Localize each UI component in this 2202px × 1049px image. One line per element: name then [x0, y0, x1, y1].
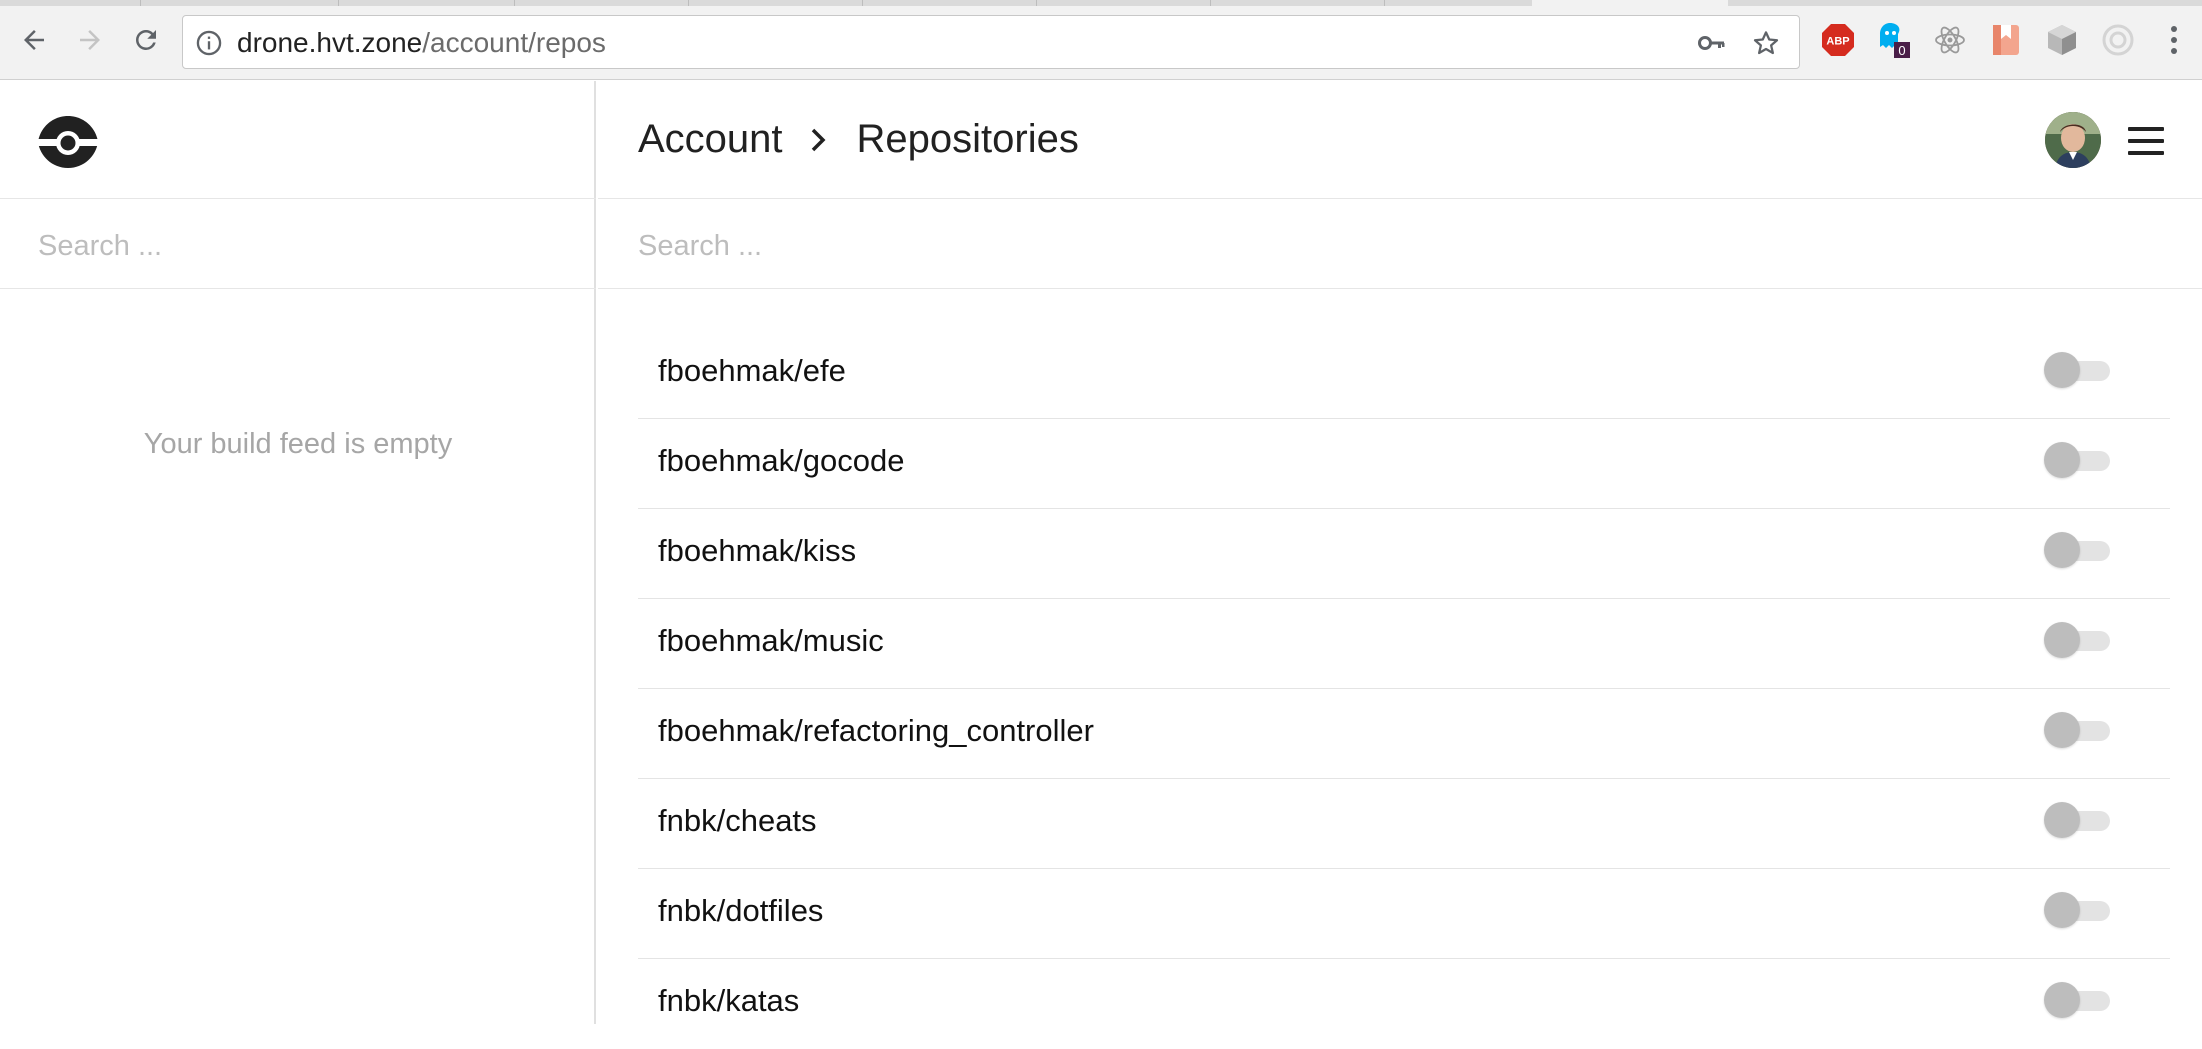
- repo-activate-toggle[interactable]: [2044, 440, 2112, 478]
- react-devtools-button[interactable]: [1932, 22, 1968, 58]
- react-devtools-icon: [1935, 26, 1965, 54]
- repo-search-input[interactable]: [638, 226, 2138, 266]
- reload-icon: [136, 30, 156, 50]
- extension-target-button[interactable]: [2100, 22, 2136, 58]
- repositories-panel: Account Repositories fboehmak/efe fboehm…: [598, 81, 2202, 1024]
- repo-name[interactable]: fboehmak/music: [658, 623, 884, 659]
- drone-logo-icon: [36, 116, 100, 168]
- key-icon[interactable]: [1697, 29, 1727, 57]
- divider: [598, 288, 2202, 289]
- repo-activate-toggle[interactable]: [2044, 620, 2112, 658]
- divider: [598, 198, 2202, 199]
- forward-button[interactable]: [72, 22, 108, 58]
- repo-name[interactable]: fboehmak/refactoring_controller: [658, 713, 1094, 749]
- repo-activate-toggle[interactable]: [2044, 350, 2112, 388]
- repo-name[interactable]: fboehmak/gocode: [658, 443, 904, 479]
- url-path: /account/repos: [422, 27, 606, 58]
- cube-extension-icon: [2048, 25, 2076, 55]
- repo-name[interactable]: fnbk/cheats: [658, 803, 817, 839]
- adblock-plus-button[interactable]: ABP: [1820, 22, 1856, 58]
- hamburger-menu-icon[interactable]: [2128, 127, 2164, 155]
- repo-row: fboehmak/kiss: [638, 509, 2170, 599]
- url-text: drone.hvt.zone/account/repos: [237, 28, 606, 58]
- repo-row: fnbk/dotfiles: [638, 869, 2170, 959]
- ghostery-icon: 0: [1880, 23, 1910, 58]
- drone-logo-link[interactable]: [36, 114, 100, 175]
- divider: [0, 198, 596, 199]
- repo-activate-toggle[interactable]: [2044, 530, 2112, 568]
- extension-orange-button[interactable]: [1988, 22, 2024, 58]
- repo-row: fboehmak/refactoring_controller: [638, 689, 2170, 779]
- repo-name[interactable]: fnbk/katas: [658, 983, 799, 1019]
- reload-button[interactable]: [128, 22, 164, 58]
- ghostery-badge: 0: [1898, 43, 1905, 58]
- ghostery-button[interactable]: 0: [1876, 22, 1912, 58]
- info-icon[interactable]: [195, 29, 223, 57]
- repo-activate-toggle[interactable]: [2044, 980, 2112, 1018]
- target-extension-icon: [2102, 24, 2134, 56]
- repository-list: fboehmak/efe fboehmak/gocode fboehmak/ki…: [638, 329, 2170, 1049]
- repo-name[interactable]: fboehmak/efe: [658, 353, 846, 389]
- breadcrumb-account-link[interactable]: Account: [638, 117, 783, 162]
- bookmark-extension-icon: [1993, 25, 2019, 55]
- adblock-plus-icon: ABP: [1822, 24, 1854, 56]
- active-tab[interactable]: [1532, 0, 1728, 6]
- arrow-left-icon: [24, 30, 44, 50]
- repo-name[interactable]: fnbk/dotfiles: [658, 893, 823, 929]
- browser-menu-button[interactable]: [2156, 22, 2192, 58]
- tab-strip: [0, 0, 2202, 6]
- feed-search-input[interactable]: [38, 226, 558, 266]
- repo-activate-toggle[interactable]: [2044, 800, 2112, 838]
- empty-feed-message: Your build feed is empty: [143, 428, 453, 460]
- back-button[interactable]: [16, 22, 52, 58]
- arrow-right-icon: [80, 30, 100, 50]
- kebab-menu-icon: [2171, 26, 2177, 54]
- repo-activate-toggle[interactable]: [2044, 890, 2112, 928]
- breadcrumb: Account Repositories: [638, 117, 1079, 162]
- repo-row: fnbk/katas: [638, 959, 2170, 1049]
- browser-toolbar: drone.hvt.zone/account/repos ABP 0: [0, 0, 2202, 80]
- chevron-right-icon: [807, 125, 829, 155]
- user-avatar[interactable]: [2045, 112, 2101, 168]
- repo-row: fboehmak/efe: [638, 329, 2170, 419]
- repo-name[interactable]: fboehmak/kiss: [658, 533, 856, 569]
- repo-row: fnbk/cheats: [638, 779, 2170, 869]
- build-feed-sidebar: Your build feed is empty: [0, 81, 596, 1024]
- abp-label: ABP: [1826, 36, 1849, 48]
- url-host: drone.hvt.zone: [237, 27, 423, 58]
- address-bar[interactable]: drone.hvt.zone/account/repos: [182, 15, 1800, 69]
- page-title: Repositories: [856, 117, 1079, 161]
- extension-cube-button[interactable]: [2044, 22, 2080, 58]
- repo-activate-toggle[interactable]: [2044, 710, 2112, 748]
- repo-row: fboehmak/music: [638, 599, 2170, 689]
- divider: [0, 288, 596, 289]
- star-icon[interactable]: [1751, 28, 1781, 58]
- repo-row: fboehmak/gocode: [638, 419, 2170, 509]
- user-photo-icon: [2045, 112, 2101, 168]
